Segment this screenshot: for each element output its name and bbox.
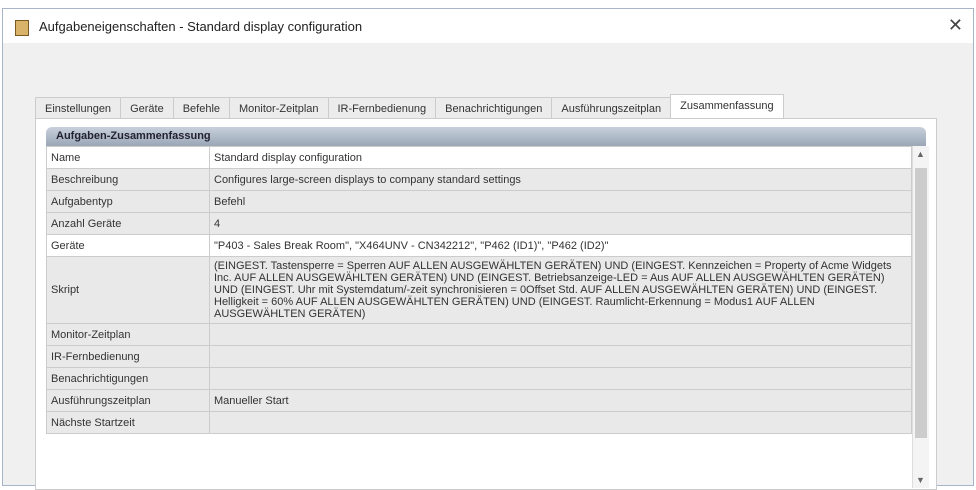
table-row: Ausführungszeitplan Manueller Start: [46, 389, 912, 412]
table-row: Aufgabentyp Befehl: [46, 190, 912, 213]
table-row: Nächste Startzeit: [46, 411, 912, 434]
row-label: Skript: [46, 256, 210, 324]
tab-ausfuehrungszeitplan[interactable]: Ausführungszeitplan: [551, 97, 672, 120]
row-value: (EINGEST. Tastensperre = Sperren AUF ALL…: [209, 256, 912, 324]
row-value: Befehl: [209, 190, 912, 213]
table-row: IR-Fernbedienung: [46, 345, 912, 368]
row-value: Configures large-screen displays to comp…: [209, 168, 912, 191]
row-value: [209, 411, 912, 434]
clipboard-icon: [15, 20, 29, 36]
row-value: [209, 345, 912, 368]
scrollbar-thumb[interactable]: [915, 168, 927, 438]
row-label: Name: [46, 146, 210, 169]
scroll-up-icon[interactable]: ▲: [916, 149, 925, 159]
row-value: "P403 - Sales Break Room", "X464UNV - CN…: [209, 234, 912, 257]
scrollbar[interactable]: ▲ ▼: [912, 146, 929, 488]
panel-title: Aufgaben-Zusammenfassung: [46, 127, 926, 146]
row-value: Standard display configuration: [209, 146, 912, 169]
tab-befehle[interactable]: Befehle: [172, 97, 231, 120]
row-value: [209, 367, 912, 390]
table-row: Beschreibung Configures large-screen disp…: [46, 168, 912, 191]
row-label: Geräte: [46, 234, 210, 257]
tab-ir-fernbedienung[interactable]: IR-Fernbedienung: [327, 97, 437, 120]
tab-benachrichtigungen[interactable]: Benachrichtigungen: [435, 97, 553, 120]
row-label: Ausführungszeitplan: [46, 389, 210, 412]
table-row: Skript (EINGEST. Tastensperre = Sperren A…: [46, 256, 912, 324]
tab-geraete[interactable]: Geräte: [120, 97, 174, 120]
tab-monitor-zeitplan[interactable]: Monitor-Zeitplan: [229, 97, 329, 120]
task-properties-dialog: Aufgabeneigenschaften - Standard display…: [2, 8, 974, 490]
summary-page: Aufgaben-Zusammenfassung Name Standard di…: [35, 118, 937, 490]
tab-einstellungen[interactable]: Einstellungen: [35, 97, 122, 120]
table-row: Benachrichtigungen: [46, 367, 912, 390]
row-value: Manueller Start: [209, 389, 912, 412]
row-label: Nächste Startzeit: [46, 411, 210, 434]
row-label: Beschreibung: [46, 168, 210, 191]
window-title: Aufgabeneigenschaften - Standard display…: [39, 19, 363, 34]
close-button[interactable]: ✕: [948, 15, 963, 36]
row-value: [209, 323, 912, 346]
summary-table: Name Standard display configuration Beschr…: [46, 146, 912, 434]
table-row: Anzahl Geräte 4: [46, 212, 912, 235]
row-value: 4: [209, 212, 912, 235]
row-label: Aufgabentyp: [46, 190, 210, 213]
row-label: IR-Fernbedienung: [46, 345, 210, 368]
table-row: Name Standard display configuration: [46, 146, 912, 169]
row-label: Anzahl Geräte: [46, 212, 210, 235]
row-label: Monitor-Zeitplan: [46, 323, 210, 346]
title-bar: Aufgabeneigenschaften - Standard display…: [3, 9, 973, 43]
table-row: Geräte "P403 - Sales Break Room", "X464UN…: [46, 234, 912, 257]
row-label: Benachrichtigungen: [46, 367, 210, 390]
table-row: Monitor-Zeitplan: [46, 323, 912, 346]
tab-zusammenfassung[interactable]: Zusammenfassung: [670, 94, 784, 120]
